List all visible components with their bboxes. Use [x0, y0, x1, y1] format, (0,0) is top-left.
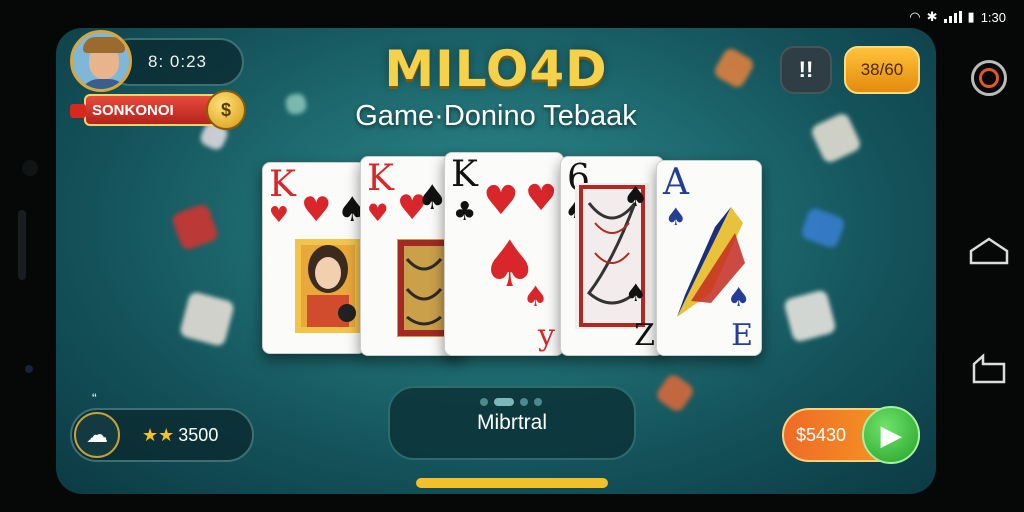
quote-mark: “	[92, 390, 97, 406]
bottom-highlight	[416, 478, 608, 488]
card-rank: K	[269, 164, 296, 205]
dice-decoration	[654, 372, 696, 414]
card-rank: K	[451, 154, 478, 195]
notification-led	[25, 365, 33, 373]
playing-card-3[interactable]: K ♣ ♥ ♥ ♠ ♠ y	[444, 152, 564, 356]
dice-decoration	[799, 206, 847, 250]
page-indicator	[480, 398, 542, 406]
back-icon[interactable]	[971, 352, 1007, 386]
king-portrait-icon	[397, 239, 451, 337]
card-rank: A	[663, 162, 689, 203]
game-screen: 8: 0:23 SONKONOI $ MILO4D Game·Donino Te…	[56, 28, 936, 494]
chat-avatar-icon[interactable]: ☁	[74, 412, 120, 458]
bet-value: $5430	[796, 424, 847, 445]
mode-label: Mibrtral	[476, 411, 547, 434]
playing-card-1[interactable]: K ♥ ♥ ♠	[262, 162, 366, 354]
side-sensor	[18, 210, 26, 280]
wifi-icon: ◠	[909, 9, 921, 24]
playing-card-5[interactable]: A ♠ ♠ E	[656, 160, 762, 356]
bluetooth-icon: ✱	[926, 9, 938, 24]
dice-decoration	[170, 202, 220, 252]
phone-frame: ◠ ✱ ▮ 1:30 8: 0:23 SONKONOI $ MILO4D Gam…	[0, 0, 1024, 512]
pause-button[interactable]: !!	[780, 46, 832, 94]
dice-decoration	[178, 290, 236, 348]
status-bar: ◠ ✱ ▮ 1:30	[909, 6, 1006, 28]
card-rank: K	[367, 158, 394, 199]
playing-card-4[interactable]: 6 ♠ ♠ ♠ Z	[560, 156, 664, 356]
front-camera	[22, 160, 38, 176]
coin-balance-button[interactable]: 38/60	[844, 46, 920, 94]
dice-decoration	[783, 289, 837, 343]
queen-portrait-icon	[295, 239, 361, 333]
play-button[interactable]: ▶	[862, 406, 920, 464]
play-arrow-icon: ▶	[881, 419, 901, 450]
game-subtitle: Game·Donino Tebaak	[355, 100, 637, 132]
home-icon[interactable]	[968, 235, 1010, 267]
signal-icon	[943, 11, 962, 23]
star-icon: ★★	[142, 424, 175, 445]
navigation-bar	[954, 30, 1024, 490]
score-value: 3500	[178, 424, 219, 445]
battery-icon: ▮	[967, 9, 975, 24]
status-time: 1:30	[980, 9, 1006, 25]
record-button[interactable]	[971, 60, 1007, 96]
